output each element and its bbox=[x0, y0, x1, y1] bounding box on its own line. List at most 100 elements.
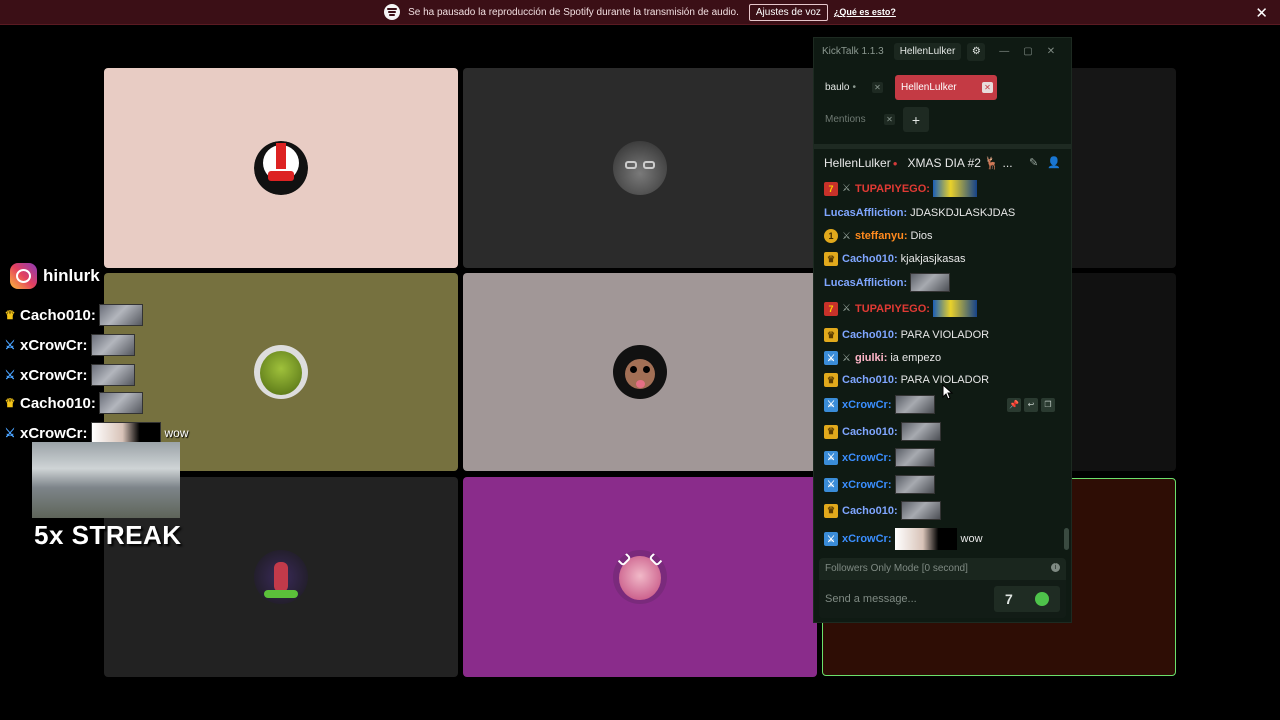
chat-message[interactable]: ♛ Cacho010: bbox=[824, 501, 941, 520]
chat-message[interactable]: 7 ⚔ TUPAPIYEGO: bbox=[824, 180, 977, 197]
reply-icon[interactable]: ↩ bbox=[1024, 398, 1038, 412]
copy-icon[interactable]: ❐ bbox=[1041, 398, 1055, 412]
crown-icon: ♛ bbox=[824, 503, 838, 518]
maximize-icon[interactable]: ▢ bbox=[1023, 46, 1032, 57]
chat-username[interactable]: giulki: bbox=[855, 352, 887, 364]
chat-message[interactable]: LucasAffliction: bbox=[824, 273, 951, 292]
app-title: KickTalk 1.1.3 bbox=[822, 46, 884, 57]
chat-messages: 7 ⚔ TUPAPIYEGO: LucasAffliction: JDASKDJ… bbox=[824, 178, 1059, 553]
user-list-icon[interactable]: 👤 bbox=[1047, 157, 1061, 169]
chat-username[interactable]: Cacho010: bbox=[842, 426, 898, 438]
pin-message-icon[interactable]: 📌 bbox=[1007, 398, 1021, 412]
channel-badge-icon: 7 bbox=[824, 181, 838, 196]
stream-tile-5[interactable] bbox=[463, 273, 817, 471]
emote-image bbox=[932, 180, 977, 197]
close-tab-icon[interactable]: ✕ bbox=[884, 114, 895, 125]
overlay-username: xCrowCr: bbox=[20, 336, 88, 354]
chat-text: ia empezo bbox=[890, 352, 942, 364]
tab-label: Mentions bbox=[825, 114, 866, 125]
chat-message[interactable]: ⚔ xCrowCr: wow bbox=[824, 528, 983, 550]
overlay-username: Cacho010: bbox=[20, 306, 96, 324]
emote-image bbox=[932, 300, 977, 317]
chat-scrollbar[interactable] bbox=[1064, 528, 1069, 550]
kicktalk-window: KickTalk 1.1.3 HellenLulker ⚙ — ▢ ✕ baul… bbox=[813, 37, 1072, 623]
add-tab-button[interactable]: + bbox=[903, 107, 929, 132]
chat-username[interactable]: LucasAffliction: bbox=[824, 277, 907, 289]
monkey-avatar bbox=[613, 345, 667, 399]
chat-username[interactable]: Cacho010: bbox=[842, 329, 898, 341]
screen: Se ha pausado la reproducción de Spotify… bbox=[0, 0, 1280, 720]
tab-baulo[interactable]: baulo • ✕ bbox=[819, 75, 887, 100]
sub-badge-icon: ⚔ bbox=[824, 450, 838, 465]
chat-message[interactable]: ⚔ xCrowCr: bbox=[824, 475, 935, 494]
gear-icon[interactable]: ⚙ bbox=[967, 42, 986, 61]
what-is-this-link[interactable]: ¿Qué es esto? bbox=[834, 7, 896, 17]
pin-icon[interactable]: ✎ bbox=[1029, 157, 1038, 169]
channel-tools: ✎ 👤 bbox=[1029, 156, 1061, 169]
chat-username[interactable]: TUPAPIYEGO: bbox=[855, 303, 930, 315]
chat-text: Dios bbox=[910, 230, 933, 242]
close-tab-icon[interactable]: ✕ bbox=[982, 82, 993, 93]
voice-settings-button[interactable]: Ajustes de voz bbox=[748, 3, 828, 21]
chat-username[interactable]: Cacho010: bbox=[842, 253, 898, 265]
chat-username[interactable]: TUPAPIYEGO: bbox=[855, 183, 930, 195]
crown-icon: ♛ bbox=[824, 252, 838, 266]
chat-message[interactable]: ♛ Cacho010: bbox=[824, 422, 941, 441]
stream-tile-1[interactable] bbox=[104, 68, 458, 268]
user-button[interactable]: HellenLulker bbox=[893, 43, 962, 60]
chat-text: PARA VIOLADOR bbox=[900, 329, 990, 341]
chat-message[interactable]: ⚔ xCrowCr: bbox=[824, 395, 935, 414]
overlay-username: xCrowCr: bbox=[20, 366, 88, 384]
chat-text: wow bbox=[960, 533, 983, 545]
emote-image bbox=[900, 422, 941, 441]
chat-input-box: 7 bbox=[819, 580, 1066, 618]
overlay-chat-line: ⚔ xCrowCr: wow bbox=[3, 422, 189, 444]
chat-message[interactable]: ♛ Cacho010: kjakjasjkasas bbox=[824, 252, 965, 266]
chat-username[interactable]: Cacho010: bbox=[842, 374, 898, 386]
tab-hellenlulker[interactable]: HellenLulker ✕ bbox=[895, 75, 997, 100]
info-icon[interactable]: i bbox=[1051, 563, 1060, 572]
emote-image bbox=[98, 304, 143, 326]
chat-message[interactable]: LucasAffliction: JDASKDJLASKJDAS bbox=[824, 207, 1015, 219]
chat-username[interactable]: xCrowCr: bbox=[842, 533, 892, 545]
tab-mentions[interactable]: Mentions ✕ bbox=[819, 107, 899, 132]
chat-username[interactable]: steffanyu: bbox=[855, 230, 908, 242]
stream-tile-8[interactable] bbox=[463, 477, 817, 677]
close-tab-icon[interactable]: ✕ bbox=[872, 82, 883, 93]
sword-icon: ⚔ bbox=[842, 183, 851, 194]
chat-message[interactable]: ♛ Cacho010: PARA VIOLADOR bbox=[824, 373, 989, 387]
live-indicator-icon: ● bbox=[892, 158, 898, 168]
close-icon[interactable]: ✕ bbox=[1047, 46, 1055, 57]
chat-message[interactable]: ⚔ ⚔ giulki: ia empezo bbox=[824, 351, 941, 365]
emote-image bbox=[894, 448, 935, 467]
chat-username[interactable]: LucasAffliction: bbox=[824, 207, 907, 219]
emote-image bbox=[894, 395, 935, 414]
sword-icon: ⚔ bbox=[842, 303, 851, 314]
stream-tile-2[interactable] bbox=[463, 68, 817, 268]
chat-username[interactable]: xCrowCr: bbox=[842, 399, 892, 411]
chat-message[interactable]: ⚔ xCrowCr: bbox=[824, 448, 935, 467]
chat-text: JDASKDJLASKJDAS bbox=[910, 207, 1016, 219]
kick-emote-icon[interactable] bbox=[1034, 592, 1049, 606]
minimize-icon[interactable]: — bbox=[999, 46, 1009, 57]
red-white-hat-avatar bbox=[254, 141, 308, 195]
chat-message[interactable]: 7 ⚔ TUPAPIYEGO: bbox=[824, 300, 977, 317]
crown-icon: ♛ bbox=[4, 308, 16, 322]
seventv-emote-icon[interactable]: 7 bbox=[1005, 591, 1013, 607]
chat-message[interactable]: 1 ⚔ steffanyu: Dios bbox=[824, 229, 933, 243]
send-message-input[interactable] bbox=[825, 588, 990, 610]
sword-icon: ⚔ bbox=[842, 230, 851, 242]
chat-username[interactable]: Cacho010: bbox=[842, 505, 898, 517]
sub-badge-icon: ⚔ bbox=[824, 351, 838, 365]
notice-message: Se ha pausado la reproducción de Spotify… bbox=[408, 6, 739, 18]
tab-label: baulo bbox=[825, 82, 850, 93]
sword-icon: ⚔ bbox=[4, 338, 16, 352]
chat-username[interactable]: xCrowCr: bbox=[842, 452, 892, 464]
chat-username[interactable]: xCrowCr: bbox=[842, 479, 892, 491]
unread-dot: • bbox=[852, 82, 856, 93]
emote-image bbox=[910, 273, 951, 292]
close-notice-icon[interactable]: ✕ bbox=[1255, 4, 1268, 22]
chat-message[interactable]: ♛ Cacho010: PARA VIOLADOR bbox=[824, 328, 989, 342]
spotify-icon bbox=[384, 4, 401, 20]
overlay-message-text: wow bbox=[164, 426, 189, 440]
